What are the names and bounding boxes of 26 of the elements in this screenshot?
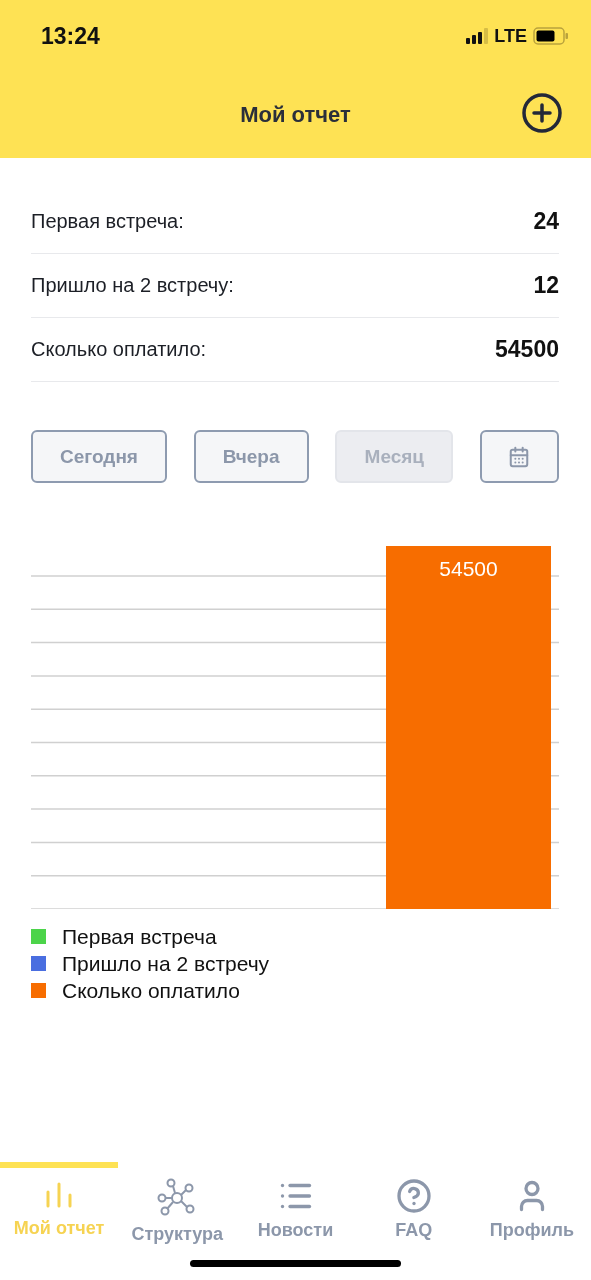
tab-item[interactable]: Новости [236, 1162, 355, 1250]
period-button[interactable]: Месяц [335, 430, 454, 483]
status-time: 13:24 [41, 22, 100, 50]
calendar-icon [508, 445, 531, 468]
legend-label: Первая встреча [62, 924, 217, 949]
help-icon [395, 1178, 432, 1214]
stat-label: Первая встреча: [31, 210, 184, 233]
period-button[interactable]: Сегодня [31, 430, 167, 483]
signal-icon [466, 28, 489, 44]
tab-item[interactable]: Профиль [472, 1162, 591, 1250]
legend-label: Пришло на 2 встречу [62, 951, 270, 976]
tab-item[interactable]: FAQ [354, 1162, 473, 1250]
stat-value: 24 [533, 208, 559, 235]
stat-label: Сколько оплатило: [31, 338, 207, 361]
add-button[interactable] [521, 92, 563, 134]
stat-label: Пришло на 2 встречу: [31, 274, 234, 297]
legend-label: Сколько оплатило [62, 978, 240, 1003]
tab-item[interactable]: Структура [118, 1162, 237, 1250]
period-button[interactable]: Вчера [193, 430, 309, 483]
network-type: LTE [494, 25, 527, 47]
bar-value-label: 54500 [439, 557, 498, 580]
stat-value: 12 [533, 272, 559, 299]
battery-icon [533, 27, 569, 45]
calendar-button[interactable] [479, 430, 559, 483]
page-title: Мой отчет [240, 102, 351, 128]
stat-value: 54500 [495, 336, 559, 363]
